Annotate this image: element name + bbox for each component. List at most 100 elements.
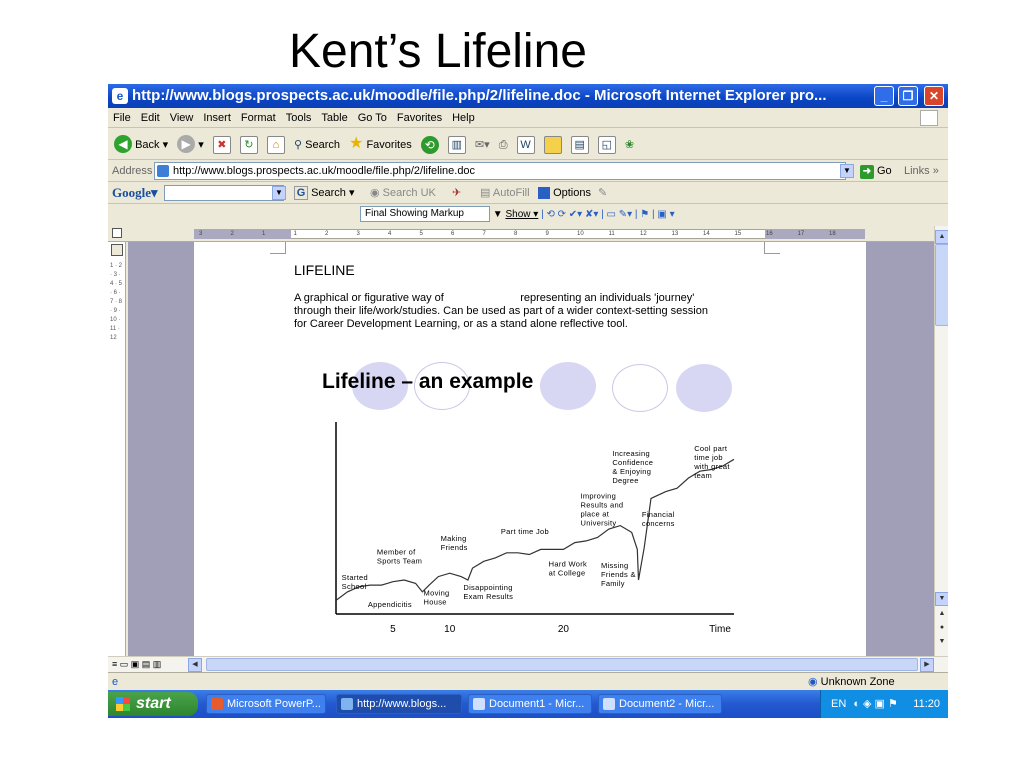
- vertical-ruler[interactable]: 1 · 2 · 3 · 4 · 5 · 6 · 7 · 8 · 9 · 10 ·…: [108, 242, 126, 656]
- start-button[interactable]: start: [108, 692, 198, 716]
- ruler-number: 9: [545, 231, 549, 237]
- menu-bar: File Edit View Insert Format Tools Table Go To F…: [108, 108, 948, 128]
- next-page-icon[interactable]: ▼: [935, 636, 948, 650]
- review-icons[interactable]: | ⟲ ⟳ ✔▾ ✘▾ | ▭ ✎▾ | ⚑ | ▣ ▾: [541, 209, 675, 220]
- scroll-right-button[interactable]: ▶: [920, 658, 934, 672]
- scroll-down-button[interactable]: ▼: [935, 592, 948, 606]
- address-url: http://www.blogs.prospects.ac.uk/moodle/…: [173, 165, 476, 177]
- task-powerpoint[interactable]: Microsoft PowerP...: [206, 694, 326, 714]
- links-button[interactable]: Links »: [904, 160, 939, 182]
- tab-selector-icon[interactable]: [112, 228, 122, 238]
- menu-insert[interactable]: Insert: [203, 112, 231, 124]
- close-button[interactable]: ✕: [924, 86, 944, 106]
- search-uk-button[interactable]: ◉ Search UK: [370, 182, 436, 204]
- stop-icon[interactable]: ✖: [212, 135, 231, 154]
- options-button[interactable]: Options: [538, 182, 591, 204]
- document-area[interactable]: LIFELINE A graphical or figurative way o…: [128, 242, 934, 656]
- tray-icons[interactable]: ◐ ◈ ▣ ⚑: [853, 698, 898, 710]
- google-search-button[interactable]: G Search ▾: [294, 182, 355, 204]
- forward-button[interactable]: ▶ ▾: [177, 129, 204, 161]
- ruler-number: 1: [262, 231, 266, 237]
- show-button[interactable]: Show ▾: [505, 209, 538, 220]
- ruler-number: 4: [388, 231, 392, 237]
- x-tick-label: 5: [390, 624, 396, 635]
- ruler-number: 12: [640, 231, 647, 237]
- restore-button[interactable]: ❐: [898, 86, 918, 106]
- media-icon[interactable]: ▤: [570, 135, 589, 154]
- back-arrow-icon: ◀: [114, 134, 132, 153]
- ie-window: e http://www.blogs.prospects.ac.uk/moodl…: [108, 84, 948, 718]
- google-search-input[interactable]: [164, 185, 284, 201]
- address-dropdown[interactable]: ▼: [840, 164, 854, 178]
- annotation-label: Part time Job: [501, 527, 549, 536]
- menu-file[interactable]: File: [113, 112, 131, 124]
- edit-icon[interactable]: W: [516, 135, 535, 154]
- task-document1[interactable]: Document1 - Micr...: [468, 694, 592, 714]
- print-icon[interactable]: ⎙: [499, 129, 508, 161]
- scroll-up-button[interactable]: ▲: [935, 230, 948, 244]
- status-ie-icon: e: [112, 676, 119, 688]
- language-indicator[interactable]: EN: [831, 698, 846, 710]
- markup-dropdown[interactable]: ▼: [493, 209, 503, 220]
- document-page[interactable]: LIFELINE A graphical or figurative way o…: [194, 242, 866, 656]
- select-browse-icon[interactable]: ●: [935, 622, 948, 636]
- prev-page-icon[interactable]: ▲: [935, 608, 948, 622]
- search-button[interactable]: ⚲ Search: [294, 129, 340, 161]
- annotation-label: Moving House: [424, 588, 450, 606]
- word-icon: [603, 698, 615, 710]
- task-document2[interactable]: Document2 - Micr...: [598, 694, 722, 714]
- windows-logo-icon: [920, 110, 938, 126]
- scroll-left-button[interactable]: ◀: [188, 658, 202, 672]
- research-icon[interactable]: ▥: [447, 135, 466, 154]
- favorites-button[interactable]: ★ Favorites: [349, 128, 412, 161]
- address-bar: Address http://www.blogs.prospects.ac.uk…: [108, 160, 948, 182]
- history-icon[interactable]: ⟲: [420, 135, 439, 154]
- menu-view[interactable]: View: [170, 112, 194, 124]
- ruler-number: 3: [356, 231, 360, 237]
- vertical-scrollbar[interactable]: ▲ ▼ ▲ ● ▼: [934, 226, 948, 656]
- task-ie[interactable]: http://www.blogs...: [336, 694, 462, 714]
- search-icon: ⚲: [294, 138, 303, 151]
- menu-table[interactable]: Table: [321, 112, 347, 124]
- address-input[interactable]: http://www.blogs.prospects.ac.uk/moodle/…: [154, 162, 846, 180]
- menu-favorites[interactable]: Favorites: [397, 112, 442, 124]
- menu-help[interactable]: Help: [452, 112, 475, 124]
- menu-goto[interactable]: Go To: [358, 112, 387, 124]
- google-logo[interactable]: Google▾: [112, 182, 158, 204]
- refresh-icon[interactable]: ↻: [239, 135, 258, 154]
- annotation-label: Financial concerns: [642, 510, 675, 528]
- ie-icon: e: [112, 88, 128, 104]
- minimize-button[interactable]: _: [874, 86, 894, 106]
- annotation-label: Making Friends: [441, 534, 468, 552]
- pagerank-icon[interactable]: ✈: [452, 182, 461, 204]
- google-dropdown[interactable]: ▼: [272, 186, 286, 200]
- annotation-label: Member of Sports Team: [377, 548, 422, 566]
- go-button[interactable]: ➜ Go: [860, 163, 892, 179]
- rss-icon[interactable]: ◱: [597, 135, 616, 154]
- powerpoint-icon: [211, 698, 223, 710]
- ruler-number: 18: [829, 231, 836, 237]
- horizontal-scroll-thumb[interactable]: [206, 658, 918, 671]
- system-tray: EN ◐ ◈ ▣ ⚑ 11:20: [820, 690, 948, 718]
- globe-icon: ◉: [370, 187, 380, 199]
- horizontal-scrollbar[interactable]: ≡ ▭ ▣ ▤ ▥ ◀ ▶: [108, 656, 948, 672]
- horizontal-ruler[interactable]: 3 2 1 1 2 3 4 5 6 7 8 9 10 11 12 13 14 15 16 17 18: [108, 226, 948, 242]
- pencil-icon[interactable]: ✎: [598, 182, 607, 204]
- messenger-icon[interactable]: ❀: [625, 129, 634, 161]
- folder-icon[interactable]: [543, 135, 562, 154]
- ruler-number: 11: [608, 231, 615, 237]
- ie-icon: [341, 698, 353, 710]
- window-titlebar[interactable]: e http://www.blogs.prospects.ac.uk/moodl…: [108, 84, 948, 108]
- view-mode-icons[interactable]: ≡ ▭ ▣ ▤ ▥: [112, 657, 161, 671]
- scroll-thumb[interactable]: [935, 244, 948, 326]
- mail-icon[interactable]: ✉▾: [475, 129, 490, 161]
- menu-tools[interactable]: Tools: [286, 112, 312, 124]
- autofill-button[interactable]: ▤ AutoFill: [480, 182, 530, 204]
- menu-format[interactable]: Format: [241, 112, 276, 124]
- home-icon[interactable]: ⌂: [266, 135, 285, 154]
- back-button[interactable]: ◀ Back ▾: [114, 129, 168, 161]
- taskbar: start Microsoft PowerP... http://www.blo…: [108, 690, 948, 718]
- menu-edit[interactable]: Edit: [141, 112, 160, 124]
- markup-select[interactable]: Final Showing Markup: [360, 206, 490, 223]
- page-icon: [157, 165, 169, 177]
